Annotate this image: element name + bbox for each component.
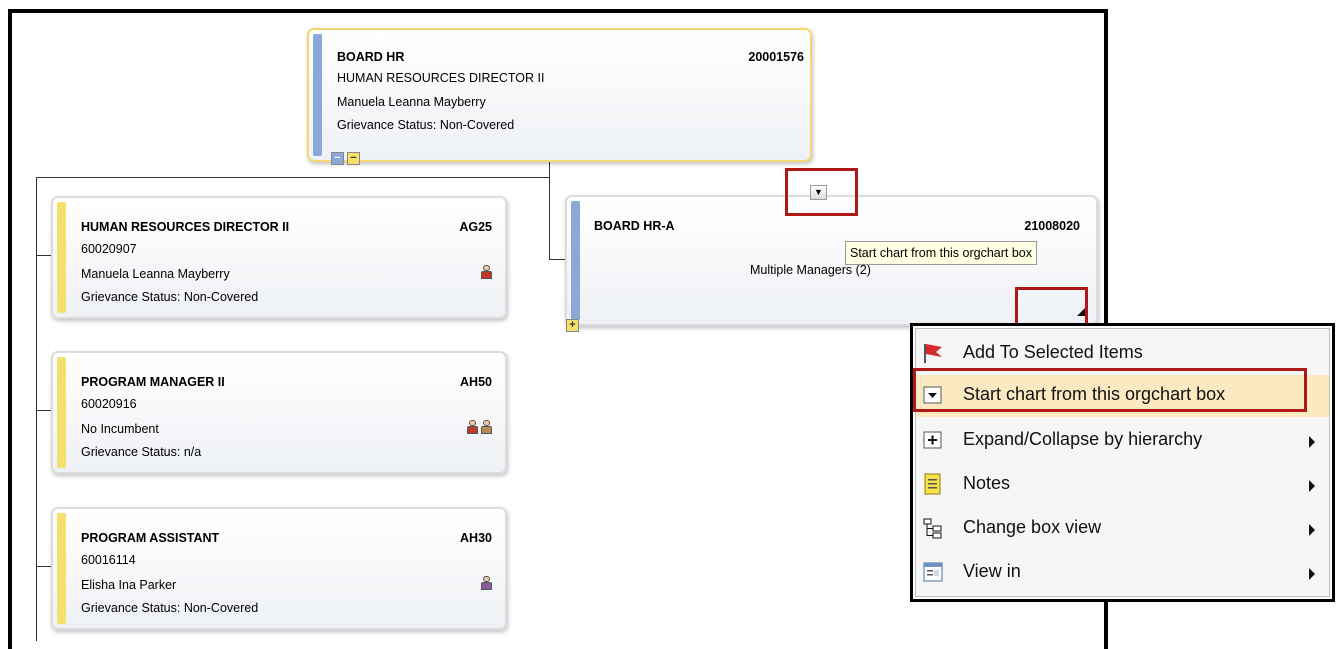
menu-item-change-box-view[interactable]: Change box view <box>916 508 1329 550</box>
annotation-highlight-box <box>913 368 1307 412</box>
menu-item-label: Change box view <box>963 517 1102 537</box>
connector-line <box>36 177 37 641</box>
hierarchy-tree-icon <box>923 518 942 539</box>
menu-item-label: Expand/Collapse by hierarchy <box>963 429 1203 449</box>
box-title: PROGRAM ASSISTANT <box>81 531 220 545</box>
orgchart-box-program-assistant[interactable]: PROGRAM ASSISTANT AH30 60016114 Elisha I… <box>51 507 507 630</box>
red-flag-icon <box>924 344 942 363</box>
box-title: BOARD HR <box>337 50 405 64</box>
box-color-bar <box>313 34 322 156</box>
menu-item-label: Add To Selected Items <box>963 342 1143 362</box>
form-view-icon <box>923 562 943 582</box>
box-line-3: No Incumbent <box>81 422 159 436</box>
connector-line <box>549 259 565 260</box>
box-line-3: Elisha Ina Parker <box>81 578 177 592</box>
notes-icon <box>924 473 941 495</box>
orgchart-box-board-hr[interactable]: BOARD HR 20001576 HUMAN RESOURCES DIRECT… <box>307 28 812 162</box>
box-line-4: Grievance Status: Non-Covered <box>81 601 259 615</box>
box-line-2: HUMAN RESOURCES DIRECTOR II <box>337 71 545 85</box>
incumbent-person-icon <box>481 265 492 279</box>
menu-item-label: View in <box>963 561 1021 581</box>
tooltip: Start chart from this orgchart box <box>845 241 1038 265</box>
box-title: PROGRAM MANAGER II <box>81 375 225 389</box>
submenu-arrow-icon <box>1309 568 1315 580</box>
menu-item-view-in[interactable]: View in <box>916 552 1329 594</box>
box-code: AH30 <box>460 531 492 545</box>
expand-toggle[interactable]: + <box>566 319 579 332</box>
box-line-2: 60016114 <box>81 553 136 567</box>
plus-box-icon <box>923 431 942 449</box>
menu-item-notes[interactable]: Notes <box>916 464 1329 506</box>
incumbent-person-icon <box>481 576 492 590</box>
collapse-toggle[interactable]: − <box>331 152 344 165</box>
incumbent-person-icon <box>467 420 478 434</box>
box-title: HUMAN RESOURCES DIRECTOR II <box>81 220 290 234</box>
box-code: 20001576 <box>748 50 804 64</box>
submenu-arrow-icon <box>1309 480 1315 492</box>
box-line-3: Manuela Leanna Mayberry <box>337 95 486 109</box>
connector-line <box>549 177 550 260</box>
submenu-arrow-icon <box>1309 436 1315 448</box>
orgchart-box-program-manager[interactable]: PROGRAM MANAGER II AH50 60020916 No Incu… <box>51 351 507 474</box>
box-color-bar <box>571 201 580 320</box>
connector-line <box>36 177 550 178</box>
expand-toggle[interactable]: − <box>347 152 360 165</box>
submenu-arrow-icon <box>1309 524 1315 536</box>
box-color-bar <box>57 513 66 624</box>
box-line-2: 60020916 <box>81 397 137 411</box>
context-menu: Add To Selected Items Start chart from t… <box>910 323 1335 602</box>
box-color-bar <box>57 202 66 313</box>
annotation-highlight-box <box>785 168 858 216</box>
box-code: 21008020 <box>1024 219 1080 233</box>
box-code: AH50 <box>460 375 492 389</box>
box-line-3: Multiple Managers (2) <box>750 263 871 277</box>
connector-line <box>549 162 550 178</box>
box-line-4: Grievance Status: n/a <box>81 445 202 459</box>
box-color-bar <box>57 357 66 468</box>
box-line-4: Grievance Status: Non-Covered <box>337 118 515 132</box>
box-line-2: 60020907 <box>81 242 137 256</box>
vacant-person-icon <box>481 420 492 434</box>
box-line-4: Grievance Status: Non-Covered <box>81 290 259 304</box>
box-code: AG25 <box>459 220 492 234</box>
menu-item-label: Notes <box>963 473 1011 493</box>
box-title: BOARD HR-A <box>594 219 675 233</box>
box-line-3: Manuela Leanna Mayberry <box>81 267 230 281</box>
menu-item-expand-collapse[interactable]: Expand/Collapse by hierarchy <box>916 420 1329 462</box>
orgchart-box-hr-director[interactable]: HUMAN RESOURCES DIRECTOR II AG25 6002090… <box>51 196 507 319</box>
